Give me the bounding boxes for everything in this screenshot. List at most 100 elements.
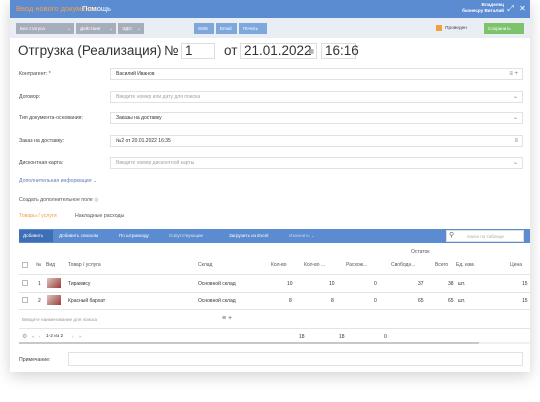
select-all-checkbox[interactable]: [22, 262, 28, 268]
table-search-placeholder: поиск по таблице: [467, 234, 504, 239]
tab-goods[interactable]: Товары / услуги: [19, 213, 57, 219]
discount-card-field[interactable]: Введите номер дисконтной карты ⌄: [110, 157, 523, 169]
col-total[interactable]: Всего: [435, 262, 448, 268]
product-name[interactable]: Красный бархат: [68, 298, 105, 304]
related-button[interactable]: Сопутствующие: [165, 230, 223, 242]
add-row-divider: [19, 328, 530, 329]
row-number: 2: [38, 298, 41, 304]
create-extra-field-label: Создать дополнительное поле: [19, 197, 93, 203]
row-checkbox[interactable]: [22, 297, 28, 303]
edo-button[interactable]: ЭДО ⌄: [118, 23, 144, 34]
scrollbar-thumb[interactable]: [19, 342, 479, 344]
price[interactable]: 15: [522, 281, 528, 287]
col-warehouse[interactable]: Склад: [198, 262, 212, 268]
barcode-button[interactable]: По штрихкоду: [115, 230, 163, 242]
col-qty2[interactable]: Кол-во ...: [304, 262, 325, 268]
actions-button[interactable]: Действия ⌄: [76, 23, 116, 34]
basis-type-value: Заказы на доставку: [116, 115, 162, 121]
expand-icon[interactable]: ⤢: [505, 3, 516, 14]
col-free[interactable]: Свободн...: [391, 262, 415, 268]
add-button[interactable]: Добавить: [19, 230, 53, 242]
change-button[interactable]: Изменить ⌄: [285, 230, 349, 242]
pager-last-icon[interactable]: »: [79, 334, 82, 339]
col-product[interactable]: Товар / услуга: [68, 262, 101, 268]
row-divider: [19, 292, 530, 293]
chevron-down-icon: ⌄: [512, 160, 518, 166]
calendar-icon: ▦: [308, 49, 314, 55]
add-list-button[interactable]: Добавить списком: [55, 230, 113, 242]
tab-help[interactable]: Помощь: [82, 0, 111, 18]
horizontal-scrollbar[interactable]: [19, 342, 530, 344]
document-window: Ввод нового документа Помощь Владелец би…: [10, 0, 530, 372]
doc-time-input[interactable]: 16:16: [321, 43, 359, 59]
delivery-order-field[interactable]: №2 от 20.01.2022 16:35 ≡: [110, 135, 523, 147]
table-search[interactable]: ⚲ поиск по таблице: [446, 230, 524, 242]
row-number: 1: [38, 281, 41, 287]
counterparty-field[interactable]: Василий Иванов ≡ +: [110, 68, 523, 80]
pager-next-icon[interactable]: ›: [72, 334, 74, 339]
basis-type-label: Тип документа-основания:: [19, 115, 83, 121]
qty2[interactable]: 10: [329, 281, 335, 287]
search-icon: ⚲: [449, 232, 455, 239]
tab-overhead[interactable]: Накладные расходы: [75, 213, 124, 219]
change-label: Изменить: [289, 233, 310, 238]
chevron-down-icon: ⌄: [137, 26, 141, 31]
posted-checkbox[interactable]: [436, 25, 442, 31]
warehouse[interactable]: Основной склад: [198, 281, 236, 287]
posted-label: Проведен: [445, 26, 467, 31]
print-button[interactable]: Печать: [239, 23, 267, 34]
doc-date-input[interactable]: 21.01.2022 ▦: [240, 43, 317, 59]
create-extra-field-link[interactable]: Создать дополнительное поле ◍: [19, 197, 99, 203]
add-product-input[interactable]: Введите наименование для поиска ≡ +: [19, 314, 249, 326]
menu-plus-icon[interactable]: ≡ +: [222, 315, 232, 322]
chevron-down-icon: ⌄: [67, 26, 71, 31]
warehouse[interactable]: Основной склад: [198, 298, 236, 304]
menu-icon[interactable]: ≡: [514, 136, 518, 146]
unit[interactable]: шт.: [458, 298, 465, 304]
help-icon: ◍: [94, 197, 99, 203]
menu-plus-icon[interactable]: ≡ +: [509, 69, 518, 79]
contract-field[interactable]: Введите номер или дату для поиска ⌄: [110, 91, 523, 103]
status-select[interactable]: Без статуса ⌄: [16, 23, 74, 34]
unit[interactable]: шт.: [458, 281, 465, 287]
additional-info-label: Дополнительная информация: [19, 178, 92, 184]
col-qty[interactable]: Кол-во: [271, 262, 287, 268]
settings-icon[interactable]: ⚙: [22, 333, 27, 340]
discount-card-placeholder: Введите номер дисконтной карты: [116, 160, 195, 166]
close-icon[interactable]: ✕: [517, 3, 528, 14]
user-info[interactable]: Владелец бизнесру Виталий: [462, 2, 504, 14]
qty2[interactable]: 8: [331, 298, 334, 304]
delivery-order-value: №2 от 20.01.2022 16:35: [116, 138, 171, 144]
chevron-down-icon: ⌄: [512, 115, 518, 121]
col-n[interactable]: №: [36, 262, 41, 268]
save-button[interactable]: Сохранить: [484, 23, 524, 34]
total-diff: 0: [384, 334, 387, 340]
row-checkbox[interactable]: [22, 280, 28, 286]
email-button[interactable]: Email: [216, 23, 237, 34]
load-excel-button[interactable]: Загрузить из Excel: [225, 230, 283, 242]
pager-first-icon[interactable]: «: [32, 334, 35, 339]
note-field[interactable]: [68, 352, 523, 366]
price[interactable]: 15: [522, 298, 528, 304]
product-name[interactable]: Тирамису: [68, 281, 90, 287]
free: 37: [418, 281, 424, 287]
doc-number-input[interactable]: 1: [181, 43, 215, 59]
qty[interactable]: 8: [289, 298, 292, 304]
total: 65: [448, 298, 454, 304]
product-thumbnail: [47, 278, 61, 288]
col-price[interactable]: Цена: [510, 262, 522, 268]
basis-type-select[interactable]: Заказы на доставку ⌄: [110, 112, 523, 124]
status-label: Без статуса: [20, 26, 45, 31]
user-name: бизнесру Виталий: [462, 8, 504, 13]
contract-label: Договор:: [19, 94, 41, 100]
col-type[interactable]: Вид: [46, 262, 55, 268]
qty[interactable]: 10: [287, 281, 293, 287]
delivery-order-label: Заказ на доставку:: [19, 138, 65, 144]
col-diff[interactable]: Расхож...: [346, 262, 367, 268]
sms-button[interactable]: SMS: [194, 23, 214, 34]
pager-range: 1-2 из 2: [46, 334, 64, 339]
total-qty2: 18: [339, 334, 345, 340]
pager-prev-icon[interactable]: ‹: [39, 334, 41, 339]
additional-info-toggle[interactable]: Дополнительная информация ⌄: [19, 178, 97, 184]
col-unit[interactable]: Ед. изм.: [456, 262, 475, 268]
